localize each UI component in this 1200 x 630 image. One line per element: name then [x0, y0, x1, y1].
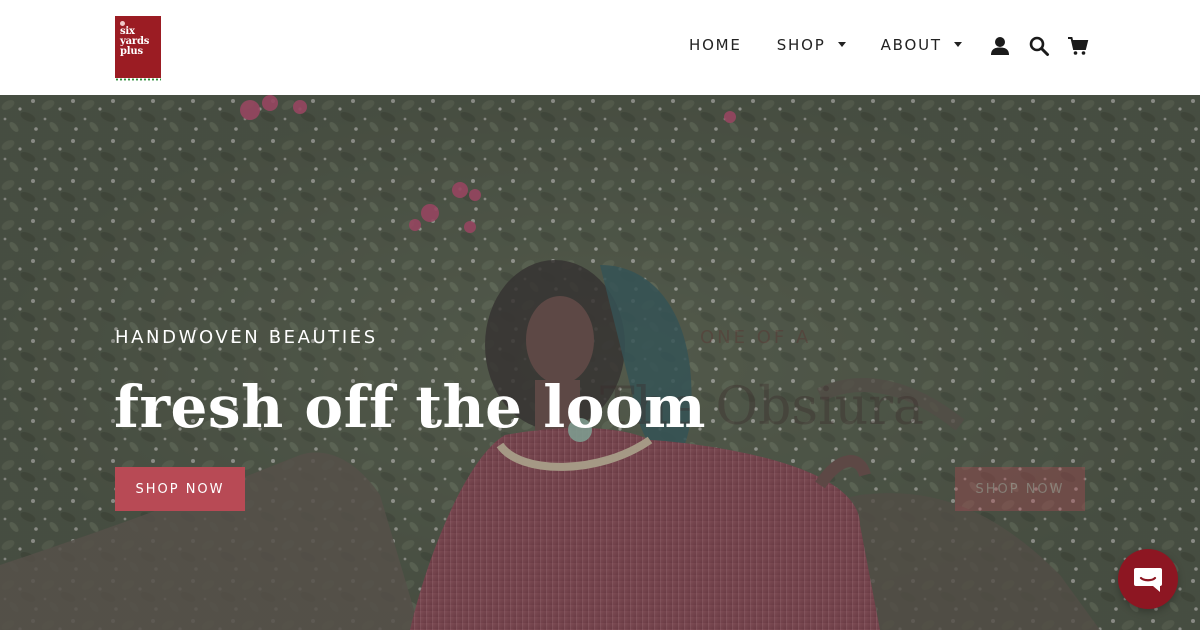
cart-button[interactable]: [1066, 34, 1090, 58]
hero-title: fresh off the loom: [114, 373, 707, 441]
header-icons: [988, 34, 1090, 58]
search-icon: [1029, 36, 1049, 56]
logo-line-3: plus: [120, 46, 143, 57]
logo-border-dots: [115, 78, 161, 81]
transition-slide-subtitle: ONE OF A: [700, 327, 812, 348]
cart-icon: [1068, 37, 1089, 55]
nav-about-dropdown[interactable]: ABOUT: [881, 36, 962, 54]
hero-slideshow: ONE OF A The Obsiura SHOP NOW HANDWOVEN …: [0, 95, 1200, 630]
nav-shop-dropdown[interactable]: SHOP: [777, 36, 846, 54]
chat-widget-button[interactable]: [1118, 549, 1178, 609]
user-icon: [991, 37, 1009, 55]
transition-slide: ONE OF A The Obsiura SHOP NOW: [0, 95, 1200, 630]
chevron-down-icon: [953, 41, 962, 47]
main-nav: HOME SHOP ABOUT: [689, 36, 962, 54]
nav-shop-label: SHOP: [776, 36, 826, 54]
site-header: six yards plus HOME SHOP ABOUT: [0, 0, 1200, 95]
chevron-down-icon: [837, 41, 846, 47]
nav-about-label: ABOUT: [880, 36, 942, 54]
nav-home-link[interactable]: HOME: [689, 36, 742, 54]
site-logo[interactable]: six yards plus: [115, 16, 161, 81]
search-button[interactable]: [1027, 34, 1051, 58]
shop-now-button[interactable]: SHOP NOW: [115, 467, 245, 511]
hero-subtitle: HANDWOVEN BEAUTIES: [115, 327, 378, 348]
chat-bubble-icon: [1134, 568, 1162, 592]
login-button[interactable]: [988, 34, 1012, 58]
transition-slide-shop-now-button: SHOP NOW: [955, 467, 1085, 511]
